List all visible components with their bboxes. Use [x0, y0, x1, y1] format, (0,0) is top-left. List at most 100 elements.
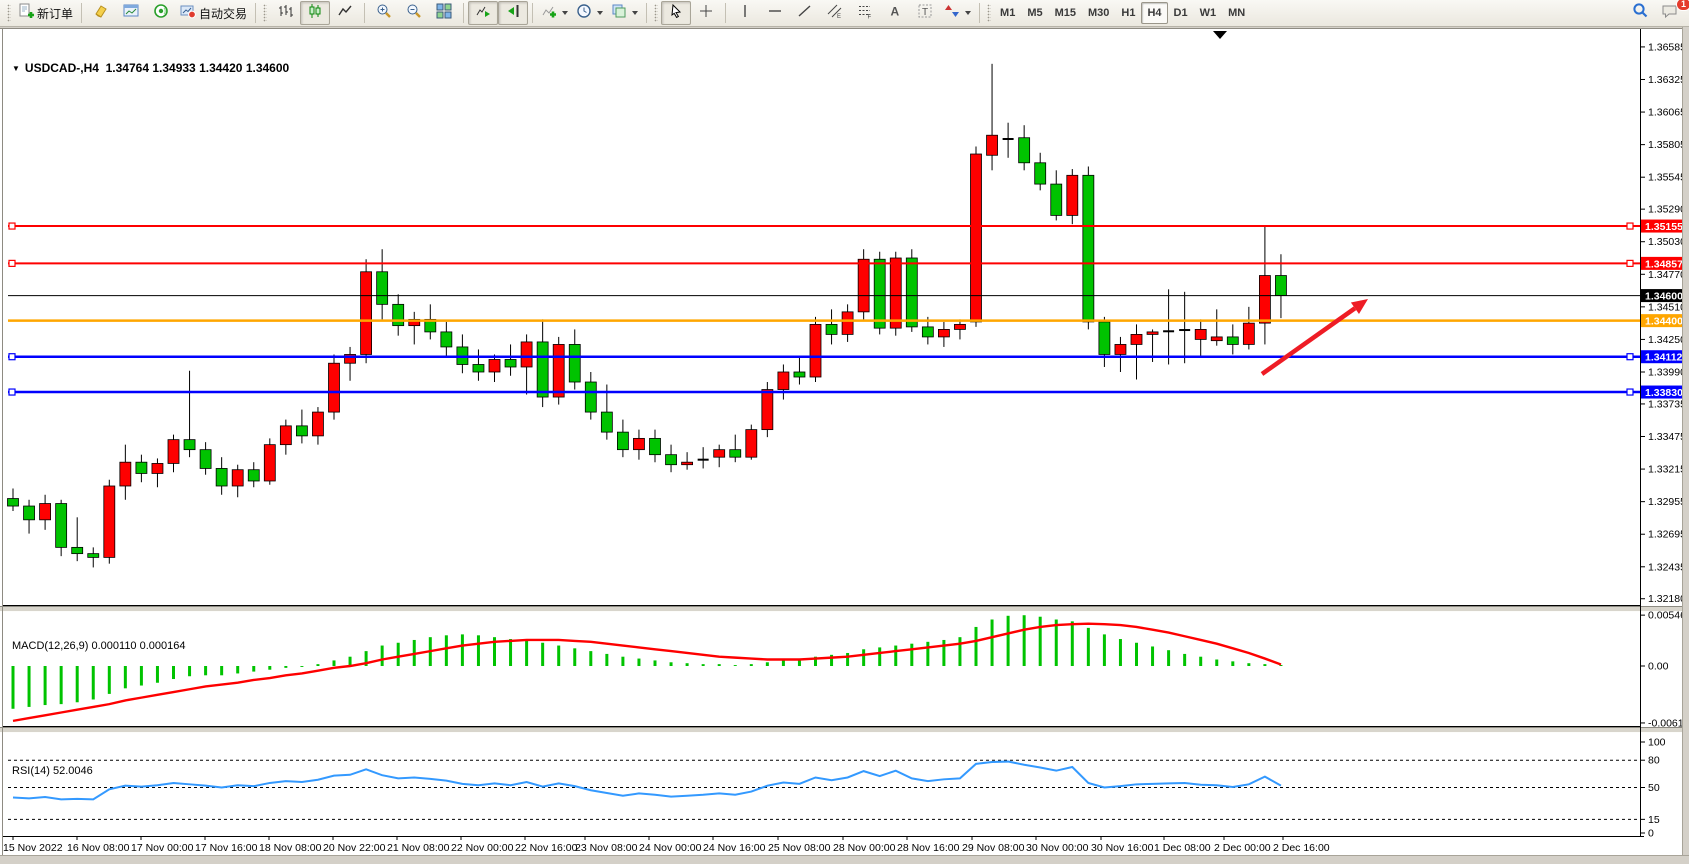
line-handle[interactable] — [1627, 354, 1633, 360]
timeframe-h1[interactable]: H1 — [1115, 2, 1141, 24]
vertical-line-button[interactable] — [730, 1, 760, 25]
indicators-icon — [541, 3, 557, 24]
notification-badge: 1 — [1676, 0, 1689, 11]
line-handle[interactable] — [1627, 260, 1633, 266]
bear-candle — [8, 499, 19, 507]
timeframe-mn[interactable]: MN — [1222, 2, 1251, 24]
bull-candle — [280, 426, 291, 445]
strategy-tester-button[interactable] — [116, 1, 146, 25]
time-tick-label: 20 Nov 22:00 — [323, 842, 386, 854]
timeframe-h4[interactable]: H4 — [1141, 2, 1167, 24]
horizontal-line-1.34857[interactable] — [8, 260, 1640, 266]
tile-windows-button[interactable] — [429, 1, 459, 25]
auto-scroll-button[interactable] — [468, 1, 498, 25]
signals-icon — [153, 3, 169, 24]
notifications-button[interactable]: 1 — [1655, 1, 1685, 25]
autotrading-label: 自动交易 — [199, 5, 247, 22]
line-handle[interactable] — [9, 260, 15, 266]
bear-candle — [216, 468, 227, 486]
time-tick-label: 22 Nov 00:00 — [451, 842, 514, 854]
equidistant-channel-button[interactable]: E — [820, 1, 850, 25]
search-button[interactable] — [1625, 1, 1655, 25]
bear-candle — [56, 504, 67, 548]
crosshair-button[interactable] — [691, 1, 721, 25]
time-tick-label: 1 Dec 08:00 — [1154, 842, 1211, 854]
price-tick-label: 1.33475 — [1648, 431, 1686, 443]
candlestick-chart-icon — [307, 3, 323, 24]
horizontal-line-button[interactable] — [760, 1, 790, 25]
arrows-button[interactable] — [940, 1, 975, 25]
bull-candle — [104, 486, 115, 557]
bear-candle — [88, 554, 99, 558]
bear-candle — [1227, 337, 1238, 345]
window-right-edge[interactable] — [1682, 0, 1689, 863]
toolbar-separator — [463, 3, 464, 23]
line-chart-button[interactable] — [330, 1, 360, 25]
price-chart-canvas[interactable]: 1.365851.363251.360651.358051.355451.352… — [0, 0, 1689, 863]
price-tick-label: 1.32695 — [1648, 529, 1686, 541]
timeframe-d1[interactable]: D1 — [1168, 2, 1194, 24]
new-order-button[interactable]: 新订单 — [14, 1, 77, 25]
line-handle[interactable] — [1627, 223, 1633, 229]
horizontal-line-1.33830[interactable] — [8, 389, 1640, 395]
svg-text:E: E — [837, 14, 841, 19]
timeframe-w1[interactable]: W1 — [1194, 2, 1223, 24]
candlestick-chart-button[interactable] — [300, 1, 330, 25]
bear-candle — [24, 506, 35, 520]
bull-candle — [1131, 334, 1142, 344]
time-tick-label: 17 Nov 16:00 — [195, 842, 258, 854]
timeframe-bar: M1M5M15M30H1H4D1W1MN — [994, 2, 1251, 24]
line-handle[interactable] — [9, 354, 15, 360]
time-tick-label: 25 Nov 08:00 — [768, 842, 831, 854]
horizontal-line-1.34112[interactable] — [8, 354, 1640, 360]
text-button[interactable]: A — [880, 1, 910, 25]
timeframe-m30[interactable]: M30 — [1082, 2, 1115, 24]
bear-candle — [393, 304, 404, 325]
time-tick-label: 23 Nov 08:00 — [575, 842, 638, 854]
chart-shift-button[interactable] — [498, 1, 528, 25]
price-chip-text: 1.35155 — [1645, 221, 1683, 233]
signals-button[interactable] — [146, 1, 176, 25]
bear-candle — [505, 359, 516, 367]
bar-chart-button[interactable] — [270, 1, 300, 25]
svg-text:T: T — [922, 7, 928, 18]
bear-candle — [617, 432, 628, 450]
time-tick-label: 17 Nov 00:00 — [131, 842, 194, 854]
price-tick-label: 1.33735 — [1648, 398, 1686, 410]
timeframe-m1[interactable]: M1 — [994, 2, 1021, 24]
toolbar-grip — [654, 4, 658, 22]
cursor-button[interactable] — [661, 1, 691, 25]
chart-shift-marker[interactable] — [1213, 31, 1227, 39]
clock-icon — [576, 3, 592, 24]
text-label-button[interactable]: T — [910, 1, 940, 25]
timeframe-m5[interactable]: M5 — [1021, 2, 1048, 24]
horizontal-line-1.35155[interactable] — [8, 223, 1640, 229]
timeframe-m15[interactable]: M15 — [1049, 2, 1082, 24]
zoom-in-button[interactable] — [369, 1, 399, 25]
line-chart-icon — [337, 3, 353, 24]
price-tick-label: 1.34250 — [1648, 334, 1686, 346]
tile-windows-icon — [436, 3, 452, 24]
bull-candle — [971, 154, 982, 322]
bull-candle — [1195, 329, 1206, 339]
fibonacci-button[interactable]: F — [850, 1, 880, 25]
trend-arrow-annotation[interactable] — [1262, 299, 1368, 374]
zoom-out-button[interactable] — [399, 1, 429, 25]
bull-candle — [489, 359, 500, 372]
indicators-button[interactable] — [537, 1, 572, 25]
metaeditor-button[interactable] — [86, 1, 116, 25]
metaeditor-icon — [93, 3, 109, 24]
trendline-button[interactable] — [790, 1, 820, 25]
horizontal-line-icon — [767, 3, 783, 24]
auto-scroll-icon — [475, 3, 491, 24]
macd-layer — [13, 615, 1281, 721]
line-handle[interactable] — [9, 223, 15, 229]
autotrading-button[interactable]: 自动交易 — [176, 1, 251, 25]
periods-button[interactable] — [572, 1, 607, 25]
bear-candle — [1275, 276, 1286, 296]
line-handle[interactable] — [1627, 389, 1633, 395]
price-tick-label: 1.33215 — [1648, 464, 1686, 476]
bull-candle — [778, 372, 789, 390]
templates-button[interactable] — [607, 1, 642, 25]
line-handle[interactable] — [9, 389, 15, 395]
